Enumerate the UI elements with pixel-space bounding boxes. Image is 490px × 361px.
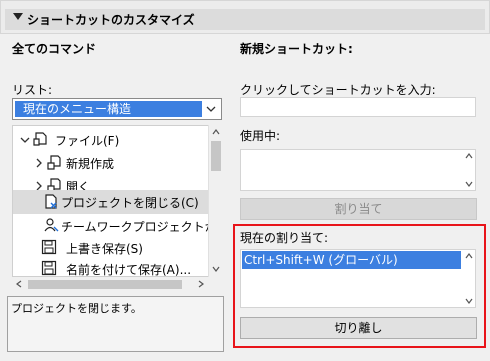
scroll-up-icon[interactable] [465,252,473,260]
chevron-down-icon [206,106,216,112]
tree-item-label: プロジェクトを閉じる(C) [61,195,199,210]
detach-button[interactable]: 切り離し [240,317,477,339]
list-item[interactable]: Ctrl+Shift+W (グローバル) [242,251,461,269]
save-disk-icon [41,239,57,255]
current-assignment-list[interactable]: Ctrl+Shift+W (グローバル) [240,249,476,308]
tree-vertical-scrollbar[interactable] [208,125,222,277]
tree-item-new[interactable]: 新規作成 [13,151,209,175]
collapse-triangle-icon[interactable] [13,13,23,20]
tree-horizontal-scrollbar[interactable] [12,277,222,291]
scroll-down-icon[interactable] [465,180,473,188]
new-document-icon [47,155,61,170]
chevron-right-icon[interactable] [31,155,47,171]
tree-item-label: チームワークプロジェクトから退出 [61,219,221,234]
command-description: プロジェクトを閉じます。 [7,296,224,352]
scroll-right-icon[interactable] [197,280,205,288]
assign-button[interactable]: 割り当て [240,198,477,220]
tree-item-save-as[interactable]: 名前を付けて保存(A)... [13,257,209,277]
scroll-up-icon[interactable] [465,152,473,160]
scroll-up-icon[interactable] [212,128,220,136]
list-dropdown[interactable]: 現在のメニュー構造 [12,98,222,120]
list-dropdown-value: 現在のメニュー構造 [15,101,202,117]
tree-item-leave-teamwork[interactable]: チームワークプロジェクトから退出 [13,214,221,238]
tree-item-label: ファイル(F) [55,133,120,148]
section-header[interactable]: ショートカットのカスタマイズ [0,0,490,34]
save-as-disk-icon [41,260,57,276]
all-commands-title: 全てのコマンド [12,42,97,56]
scrollbar-thumb[interactable] [211,141,221,171]
tree-item-label: 名前を付けて保存(A)... [66,262,192,277]
in-use-list[interactable] [240,149,476,191]
tree-item-label: 上書き保存(S) [66,241,143,256]
command-tree[interactable]: ファイル(F) 新規作成 開く プロジェクトを閉じる(C) チームワークプロジェ… [12,125,222,277]
current-assignment-label: 現在の割り当て: [240,231,329,245]
new-shortcut-title: 新規ショートカット: [240,42,353,56]
scroll-down-icon[interactable] [212,265,220,273]
scrollbar-thumb[interactable] [28,280,182,289]
in-use-label: 使用中: [240,129,281,143]
shortcut-input-label: クリックしてショートカットを入力: [240,83,436,97]
close-project-icon [45,194,57,209]
section-title: ショートカットのカスタマイズ [27,13,195,27]
tree-item-label: 新規作成 [66,156,115,171]
tree-item-file[interactable]: ファイル(F) [13,128,209,152]
scroll-left-icon[interactable] [15,280,23,288]
teamwork-user-icon [44,218,59,232]
chevron-down-icon[interactable] [17,132,33,148]
shortcut-input[interactable] [240,97,476,117]
scroll-down-icon[interactable] [465,297,473,305]
folder-file-icon [33,132,47,146]
list-label: リスト: [12,83,53,97]
tree-item-close-project[interactable]: プロジェクトを閉じる(C) [13,190,209,214]
